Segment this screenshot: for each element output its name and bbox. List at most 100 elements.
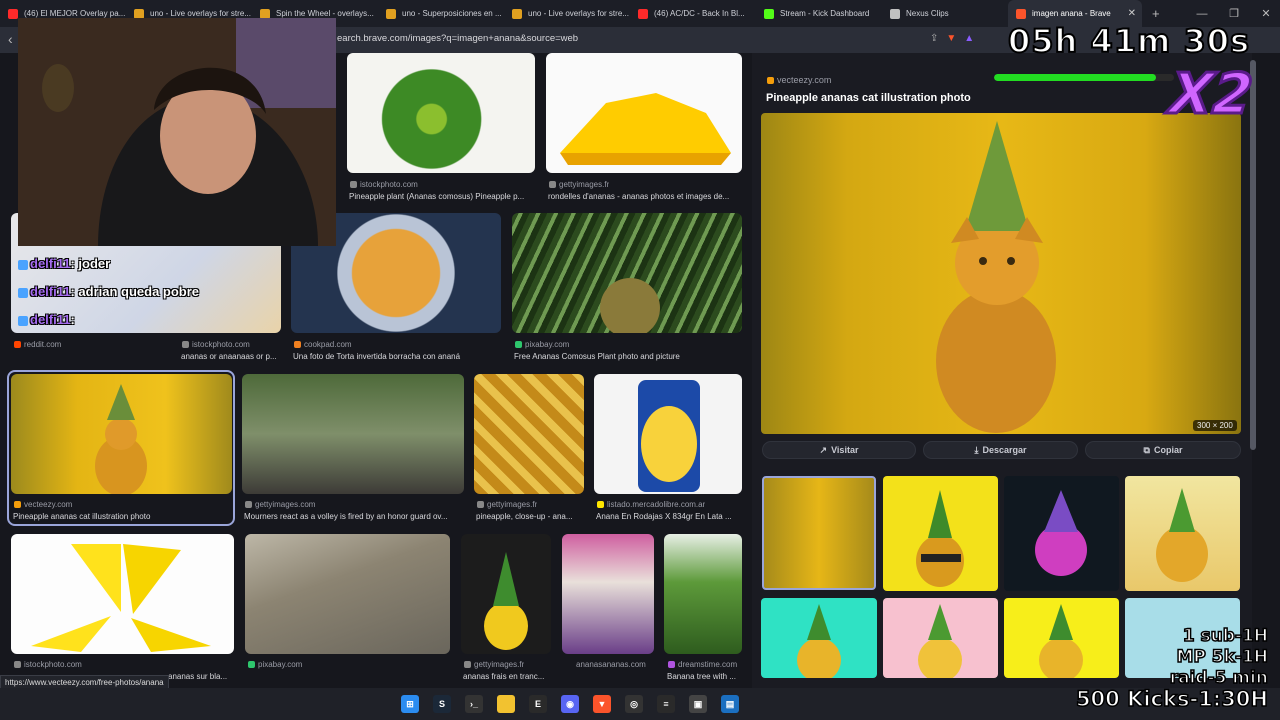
result-caption[interactable]: Free Ananas Comosus Plant photo and pict… [514, 352, 742, 361]
tab-close-icon[interactable]: ✕ [1128, 8, 1136, 19]
result-image-10[interactable] [594, 374, 742, 494]
brave-shields-icon[interactable]: ▼ [946, 33, 956, 44]
related-thumb-3[interactable] [1004, 476, 1119, 591]
photos-icon[interactable]: ▣ [689, 695, 707, 713]
obs-icon[interactable]: ◎ [625, 695, 643, 713]
result-source: reddit.com [14, 340, 61, 349]
result-source: istockphoto.com [14, 660, 82, 669]
tab-favicon-icon [1016, 8, 1026, 19]
result-image-14[interactable] [562, 534, 654, 654]
image-dimensions: 300 × 200 [1193, 420, 1237, 431]
result-image-9[interactable] [474, 374, 584, 494]
external-link-icon: ↗ [819, 444, 828, 455]
result-image-13[interactable] [461, 534, 551, 654]
result-image-15[interactable] [664, 534, 742, 654]
tab-favicon-icon [512, 8, 522, 19]
epic-games-icon[interactable]: E [529, 695, 547, 713]
result-image-2[interactable] [546, 53, 742, 173]
detail-source[interactable]: vecteezy.com [767, 75, 831, 85]
related-thumb-4[interactable] [1125, 476, 1240, 591]
result-caption[interactable]: Banana tree with ... [667, 672, 745, 681]
url-field[interactable]: earch.brave.com/images?q=imagen+anana&so… [337, 33, 578, 44]
browser-tab[interactable]: uno - Live overlays for stre... [504, 0, 630, 27]
browser-tab[interactable]: Stream - Kick Dashboard [756, 0, 882, 27]
result-source: gettyimages.fr [477, 500, 537, 509]
brave-browser-icon[interactable]: ▼ [593, 695, 611, 713]
tab-favicon-icon [890, 8, 900, 19]
terminal-icon[interactable]: ›_ [465, 695, 483, 713]
result-caption[interactable]: ananas sur bla... [168, 672, 236, 681]
result-source: listado.mercadolibre.com.ar [597, 500, 705, 509]
result-caption[interactable]: rondelles d'ananas - ananas photos et im… [548, 192, 744, 201]
discord-icon[interactable]: ◉ [561, 695, 579, 713]
tab-favicon-icon [764, 8, 774, 19]
close-window-icon[interactable]: ✕ [1250, 0, 1280, 27]
result-caption[interactable]: Pineapple ananas cat illustration photo [13, 512, 231, 521]
chat-message: delfi11: adrian queda pobre [18, 284, 199, 299]
related-thumb-5[interactable] [761, 598, 877, 678]
result-caption[interactable]: Pineapple plant (Ananas comosus) Pineapp… [349, 192, 539, 201]
tab-favicon-icon [134, 8, 144, 19]
result-caption[interactable]: ananas or anaanaas or p... [181, 352, 287, 361]
share-icon[interactable]: ⇪ [930, 33, 938, 44]
browser-tab[interactable]: (46) AC/DC - Back In Bl... [630, 0, 756, 27]
browser-tab[interactable]: uno - Superposiciones en ... [378, 0, 504, 27]
tab-label: (46) AC/DC - Back In Bl... [654, 9, 745, 18]
result-source: dreamstime.com [668, 660, 737, 669]
copy-icon: ⧉ [1143, 444, 1150, 455]
result-image-8[interactable] [242, 374, 464, 494]
result-source: ananasananas.com [576, 660, 646, 669]
result-source: istockphoto.com [350, 180, 418, 189]
result-source: istockphoto.com [182, 340, 250, 349]
steam-icon[interactable]: S [433, 695, 451, 713]
result-caption[interactable]: ananas frais en tranc... [463, 672, 555, 681]
screen: (46) El MEJOR Overlay pa... uno - Live ov… [0, 0, 1280, 720]
detail-scrollbar[interactable] [1250, 60, 1256, 450]
detail-title[interactable]: Pineapple ananas cat illustration photo [766, 92, 996, 104]
goal-line: 500 Kicks-1:30H [1075, 687, 1269, 711]
related-thumb-2[interactable] [883, 476, 998, 591]
gallery-icon[interactable]: ▤ [721, 695, 739, 713]
goal-line: 1 sub-1H [1182, 625, 1269, 647]
tab-label: uno - Superposiciones en ... [402, 9, 502, 18]
tab-favicon-icon [638, 8, 648, 19]
back-arrow-icon[interactable]: ‹ [8, 31, 13, 47]
tab-label: Stream - Kick Dashboard [780, 9, 870, 18]
tab-label: (46) El MEJOR Overlay pa... [24, 9, 126, 18]
result-caption[interactable]: Anana En Rodajas X 834gr En Lata ... [596, 512, 744, 521]
stream-chat-overlay: delfi11: joder delfi11: adrian queda pob… [18, 252, 199, 332]
browser-tab[interactable]: Nexus Clips [882, 0, 1008, 27]
windows-start-icon[interactable]: ⊞ [401, 695, 419, 713]
new-tab-icon[interactable]: + [1152, 6, 1160, 21]
file-explorer-icon[interactable] [497, 695, 515, 713]
goal-line: raid-5 min [1169, 667, 1269, 689]
chat-message: delfi11: joder [18, 256, 110, 271]
result-source: cookpad.com [294, 340, 352, 349]
brave-rewards-icon[interactable]: ▲ [964, 33, 974, 44]
webcam-overlay [18, 18, 336, 246]
result-image-11[interactable] [11, 534, 234, 654]
result-caption[interactable]: Una foto de Torta invertida borracha con… [293, 352, 503, 361]
app-icon[interactable]: ≡ [657, 695, 675, 713]
result-source: pixabay.com [515, 340, 569, 349]
related-thumb-1[interactable] [762, 476, 876, 590]
result-image-12[interactable] [245, 534, 450, 654]
copy-button[interactable]: ⧉ Copiar [1085, 441, 1241, 459]
download-icon: ⤓ [974, 444, 979, 455]
result-source: pixabay.com [248, 660, 302, 669]
result-caption[interactable]: pineapple, close-up - ana... [476, 512, 586, 521]
tab-label: Spin the Wheel - overlays... [276, 9, 374, 18]
goal-progress-fill [994, 74, 1156, 81]
result-image-1[interactable] [347, 53, 535, 173]
goal-progress-bar [994, 74, 1174, 81]
download-button[interactable]: ⤓ Descargar [923, 441, 1078, 459]
goal-line: MP 5k-1H [1176, 646, 1269, 668]
result-source: gettyimages.fr [549, 180, 609, 189]
chat-message: delfi11: [18, 312, 75, 327]
result-image-7[interactable] [11, 374, 232, 494]
visit-button[interactable]: ↗ Visitar [762, 441, 916, 459]
result-caption[interactable]: Mourners react as a volley is fired by a… [244, 512, 464, 521]
result-image-5[interactable] [512, 213, 742, 333]
detail-preview-image[interactable] [761, 113, 1241, 434]
related-thumb-6[interactable] [883, 598, 998, 678]
